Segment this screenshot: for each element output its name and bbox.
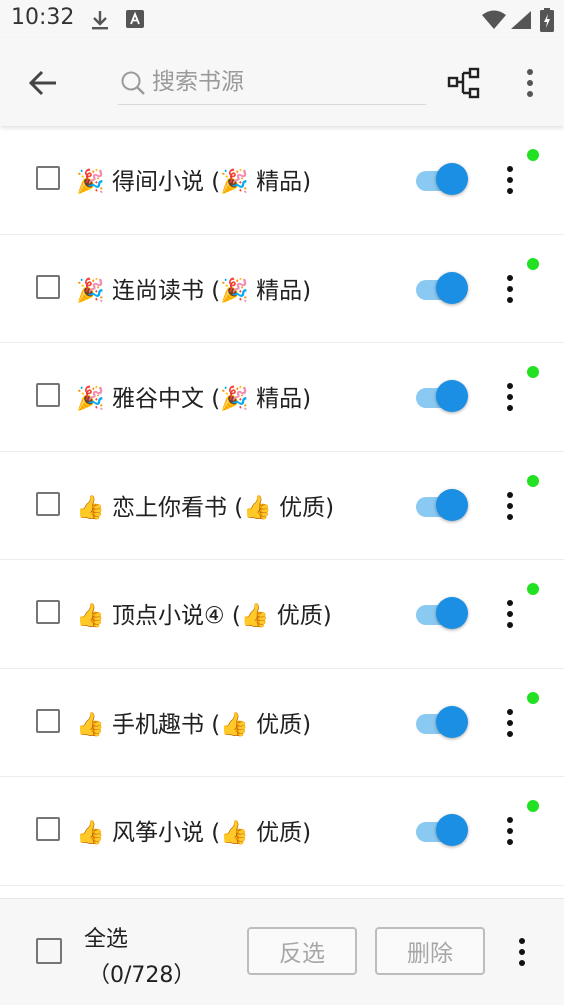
search-icon [121, 71, 145, 95]
status-bar: 10:32 [0, 0, 564, 38]
source-row: 👍 手机趣书 (👍 优质) [0, 668, 564, 777]
source-name: 👍 手机趣书 (👍 优质) [76, 711, 312, 738]
source-checkbox[interactable] [36, 817, 60, 841]
source-row: 👍 顶点小说④ (👍 优质) [0, 560, 564, 669]
select-all-label: 全选 [84, 927, 129, 952]
signal-icon [511, 11, 531, 29]
enable-switch[interactable] [416, 705, 468, 741]
enable-switch[interactable] [416, 271, 468, 307]
status-dot [527, 366, 539, 378]
status-dot [527, 474, 539, 487]
switch-thumb [436, 488, 468, 521]
more-options-icon[interactable] [498, 164, 522, 196]
source-checkbox[interactable] [36, 491, 60, 516]
source-name: 🎉 连尚读书 (🎉 精品) [76, 277, 312, 304]
enable-switch[interactable] [416, 162, 468, 198]
status-dot [527, 800, 539, 812]
book-source-list: 🎉 得间小说 (🎉 精品) 🎉 连尚读书 (🎉 精品) 🎉 雅谷中文 (🎉 精品… [0, 126, 564, 886]
invert-selection-button[interactable]: 反选 [247, 927, 357, 975]
status-dot [527, 257, 539, 270]
source-checkbox[interactable] [36, 166, 60, 190]
source-row: 🎉 连尚读书 (🎉 精品) [0, 234, 564, 343]
source-row: 🎉 雅谷中文 (🎉 精品) [0, 343, 564, 452]
a-badge-icon [126, 10, 144, 28]
wifi-icon [482, 10, 506, 29]
bottom-more-icon[interactable] [510, 935, 534, 969]
more-options-icon[interactable] [498, 598, 522, 630]
switch-thumb [436, 705, 468, 738]
source-name: 👍 顶点小说④ (👍 优质) [76, 603, 332, 629]
status-dot [527, 691, 539, 704]
back-arrow-icon[interactable] [26, 66, 60, 100]
source-name: 👍 风筝小说 (👍 优质) [76, 820, 312, 846]
switch-thumb [436, 380, 468, 412]
source-checkbox[interactable] [36, 383, 60, 407]
status-time: 10:32 [11, 5, 75, 30]
more-options-icon[interactable] [498, 815, 522, 847]
source-row: 👍 恋上你看书 (👍 优质) [0, 451, 564, 560]
battery-icon [540, 8, 554, 32]
group-tree-icon[interactable] [446, 65, 482, 101]
source-name: 🎉 得间小说 (🎉 精品) [76, 169, 312, 195]
overflow-menu-icon[interactable] [518, 66, 542, 100]
switch-thumb [436, 271, 468, 304]
selection-count: （0/728） [88, 963, 196, 988]
more-options-icon[interactable] [498, 490, 522, 522]
switch-thumb [436, 814, 468, 846]
select-all-checkbox[interactable] [36, 938, 62, 964]
enable-switch[interactable] [416, 379, 468, 415]
source-checkbox[interactable] [36, 600, 60, 624]
download-icon [92, 11, 108, 30]
search-box[interactable] [118, 60, 426, 105]
source-name: 👍 恋上你看书 (👍 优质) [76, 494, 335, 521]
more-options-icon[interactable] [498, 381, 522, 413]
delete-button[interactable]: 删除 [375, 927, 485, 975]
enable-switch[interactable] [416, 596, 468, 632]
status-dot [527, 149, 539, 161]
more-options-icon[interactable] [498, 707, 522, 739]
switch-thumb [436, 597, 468, 629]
top-toolbar [0, 38, 564, 126]
status-dot [527, 583, 539, 595]
source-checkbox[interactable] [36, 708, 60, 733]
source-row: 👍 风筝小说 (👍 优质) [0, 777, 564, 886]
enable-switch[interactable] [416, 488, 468, 524]
search-input[interactable] [150, 64, 424, 100]
source-row: 🎉 得间小说 (🎉 精品) [0, 126, 564, 235]
switch-thumb [436, 163, 468, 195]
bottom-action-bar: 全选 （0/728） 反选 删除 [0, 898, 564, 1005]
more-options-icon[interactable] [498, 273, 522, 305]
source-checkbox[interactable] [36, 274, 60, 299]
enable-switch[interactable] [416, 813, 468, 849]
source-name: 🎉 雅谷中文 (🎉 精品) [76, 386, 312, 412]
